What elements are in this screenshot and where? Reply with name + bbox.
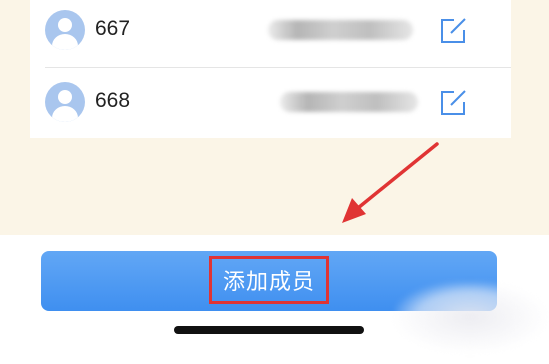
red-arrow-annotation xyxy=(342,142,439,223)
